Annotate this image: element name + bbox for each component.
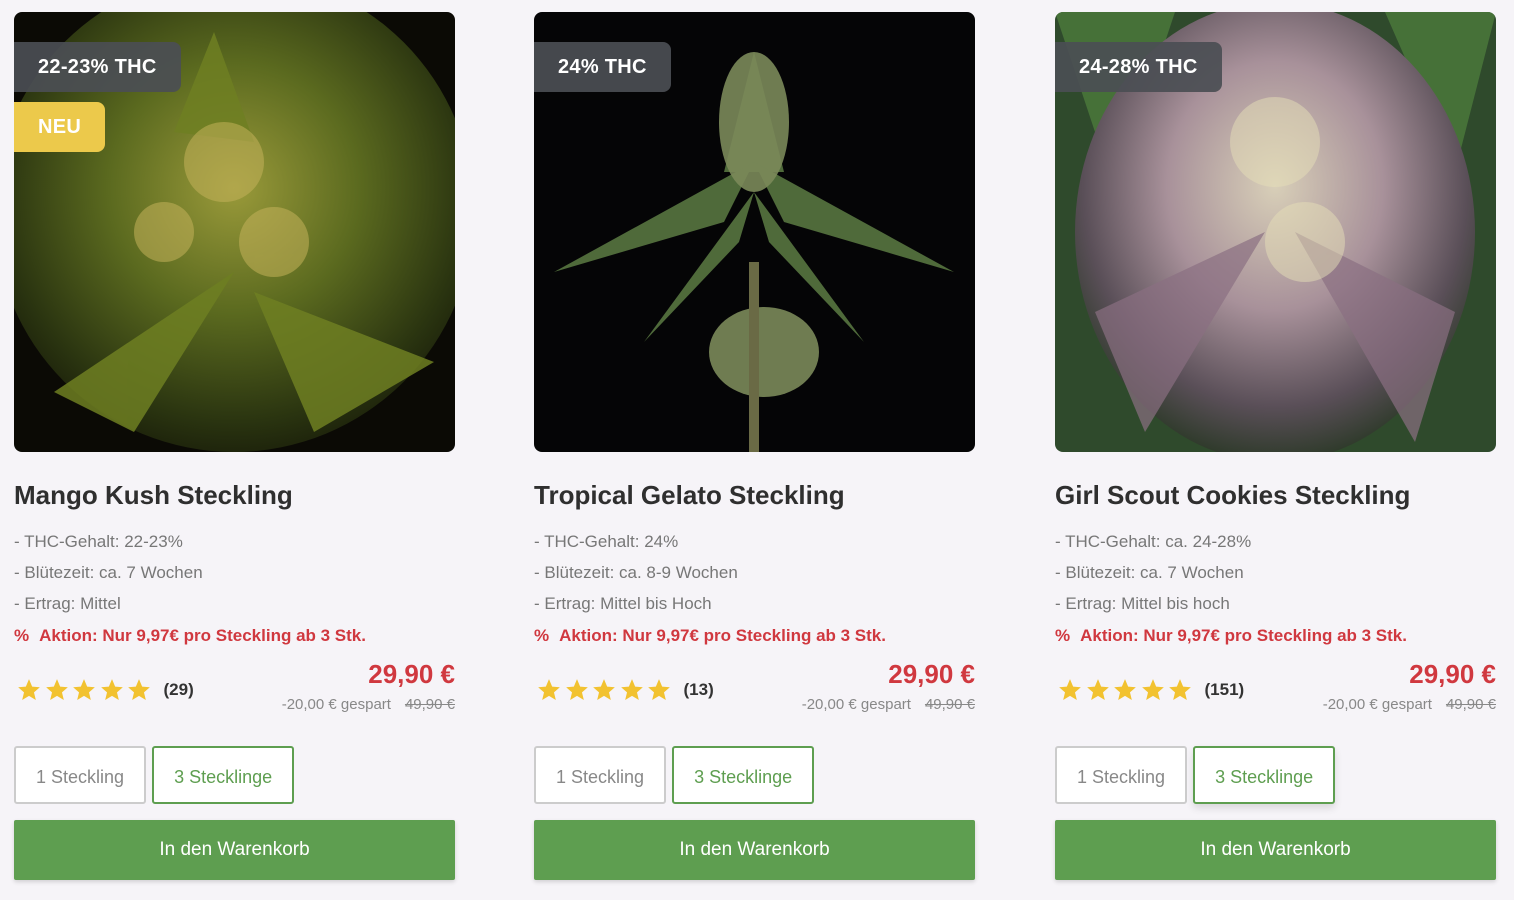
- review-count: (13): [683, 680, 714, 699]
- promo-label: Aktion: Nur 9,97€ pro Steckling ab 3 Stk…: [559, 626, 886, 645]
- pricing-row: (13) 29,90 € -20,00 € gespart 49,90 €: [534, 659, 975, 725]
- review-count: (29): [163, 680, 194, 699]
- spec-flowering: - Blütezeit: ca. 7 Wochen: [14, 563, 203, 582]
- variant-3-stecklinge[interactable]: 3 Stecklinge: [1193, 746, 1336, 804]
- spec-yield: - Ertrag: Mittel bis hoch: [1055, 594, 1230, 613]
- star-icon: [128, 679, 150, 700]
- price: 29,90 €: [368, 659, 455, 689]
- variant-1-steckling[interactable]: 1 Steckling: [14, 746, 147, 804]
- star-icon: [620, 679, 643, 700]
- product-specs: - THC-Gehalt: 22-23% - Blütezeit: ca. 7 …: [14, 526, 455, 619]
- spec-yield: - Ertrag: Mittel: [14, 594, 121, 613]
- spec-thc: - THC-Gehalt: 24%: [534, 532, 679, 551]
- old-price: 49,90 €: [924, 696, 975, 713]
- price: 29,90 €: [888, 659, 975, 689]
- rating[interactable]: (151): [1057, 677, 1244, 703]
- spec-flowering: - Blütezeit: ca. 7 Wochen: [1055, 563, 1244, 582]
- old-price: 49,90 €: [404, 696, 455, 713]
- pricing-row: (151) 29,90 € -20,00 € gespart 49,90 €: [1055, 659, 1496, 725]
- variant-3-stecklinge[interactable]: 3 Stecklinge: [672, 746, 815, 804]
- star-icon: [1114, 679, 1136, 700]
- savings-info: -20,00 € gespart 49,90 €: [802, 696, 975, 713]
- savings-info: -20,00 € gespart 49,90 €: [1323, 696, 1496, 713]
- percent-icon: %: [14, 626, 30, 645]
- variant-selector: 1 Steckling 3 Stecklinge: [534, 746, 975, 804]
- variant-selector: 1 Steckling 3 Stecklinge: [1055, 746, 1496, 804]
- thc-badge: 22-23% THC: [14, 42, 181, 92]
- thc-badge: 24% THC: [534, 42, 671, 92]
- add-to-cart-button[interactable]: In den Warenkorb: [14, 820, 455, 880]
- promo-text: % Aktion: Nur 9,97€ pro Steckling ab 3 St…: [14, 619, 455, 653]
- product-title[interactable]: Mango Kush Steckling: [14, 480, 455, 514]
- spec-flowering: - Blütezeit: ca. 8-9 Wochen: [534, 563, 738, 582]
- star-icon: [648, 679, 670, 700]
- star-icon: [538, 679, 560, 700]
- product-card-tropical-gelato: 24% THC Tropical Gelato Steckling - THC-…: [534, 12, 975, 892]
- star-icon: [100, 679, 123, 700]
- variant-1-steckling[interactable]: 1 Steckling: [534, 746, 667, 804]
- product-title[interactable]: Tropical Gelato Steckling: [534, 480, 975, 514]
- percent-icon: %: [534, 626, 550, 645]
- star-icon: [565, 679, 588, 700]
- product-title[interactable]: Girl Scout Cookies Steckling: [1055, 480, 1496, 514]
- rating[interactable]: (29): [16, 677, 194, 703]
- star-icon: [593, 679, 615, 700]
- product-image[interactable]: 24% THC: [534, 12, 975, 452]
- product-image[interactable]: 24-28% THC: [1055, 12, 1496, 452]
- star-icon: [1059, 679, 1081, 700]
- add-to-cart-button[interactable]: In den Warenkorb: [1055, 820, 1496, 880]
- promo-text: % Aktion: Nur 9,97€ pro Steckling ab 3 St…: [1055, 619, 1496, 653]
- saved-amount: -20,00 € gespart: [281, 696, 391, 713]
- product-card-mango-kush: 22-23% THC NEU Mango Kush Steckling - TH…: [14, 12, 455, 892]
- spec-thc: - THC-Gehalt: ca. 24-28%: [1055, 532, 1252, 551]
- star-icon: [1169, 679, 1191, 700]
- review-count: (151): [1204, 680, 1245, 699]
- product-grid: 22-23% THC NEU Mango Kush Steckling - TH…: [0, 0, 1514, 900]
- spec-thc: - THC-Gehalt: 22-23%: [14, 532, 183, 551]
- new-badge: NEU: [14, 102, 106, 152]
- product-specs: - THC-Gehalt: ca. 24-28% - Blütezeit: ca…: [1055, 526, 1496, 619]
- star-icon: [18, 679, 40, 700]
- variant-selector: 1 Steckling 3 Stecklinge: [14, 746, 455, 804]
- thc-badge: 24-28% THC: [1055, 42, 1222, 92]
- percent-icon: %: [1055, 626, 1071, 645]
- spec-yield: - Ertrag: Mittel bis Hoch: [534, 594, 712, 613]
- product-specs: - THC-Gehalt: 24% - Blütezeit: ca. 8-9 W…: [534, 526, 975, 619]
- add-to-cart-button[interactable]: In den Warenkorb: [534, 820, 975, 880]
- saved-amount: -20,00 € gespart: [801, 696, 911, 713]
- variant-3-stecklinge[interactable]: 3 Stecklinge: [152, 746, 295, 804]
- promo-label: Aktion: Nur 9,97€ pro Steckling ab 3 Stk…: [39, 626, 366, 645]
- price: 29,90 €: [1409, 659, 1496, 689]
- star-icon: [73, 679, 95, 700]
- promo-text: % Aktion: Nur 9,97€ pro Steckling ab 3 St…: [534, 619, 975, 653]
- star-icon: [45, 679, 68, 700]
- star-icon: [1141, 679, 1164, 700]
- variant-1-steckling[interactable]: 1 Steckling: [1055, 746, 1188, 804]
- product-card-girl-scout-cookies: 24-28% THC Girl Scout Cookies Steckling …: [1055, 12, 1496, 892]
- star-icon: [1086, 679, 1109, 700]
- product-image[interactable]: 22-23% THC NEU: [14, 12, 455, 452]
- pricing-row: (29) 29,90 € -20,00 € gespart 49,90 €: [14, 659, 455, 725]
- rating[interactable]: (13): [536, 677, 714, 703]
- promo-label: Aktion: Nur 9,97€ pro Steckling ab 3 Stk…: [1080, 626, 1407, 645]
- savings-info: -20,00 € gespart 49,90 €: [282, 696, 455, 713]
- saved-amount: -20,00 € gespart: [1322, 696, 1432, 713]
- old-price: 49,90 €: [1445, 696, 1496, 713]
